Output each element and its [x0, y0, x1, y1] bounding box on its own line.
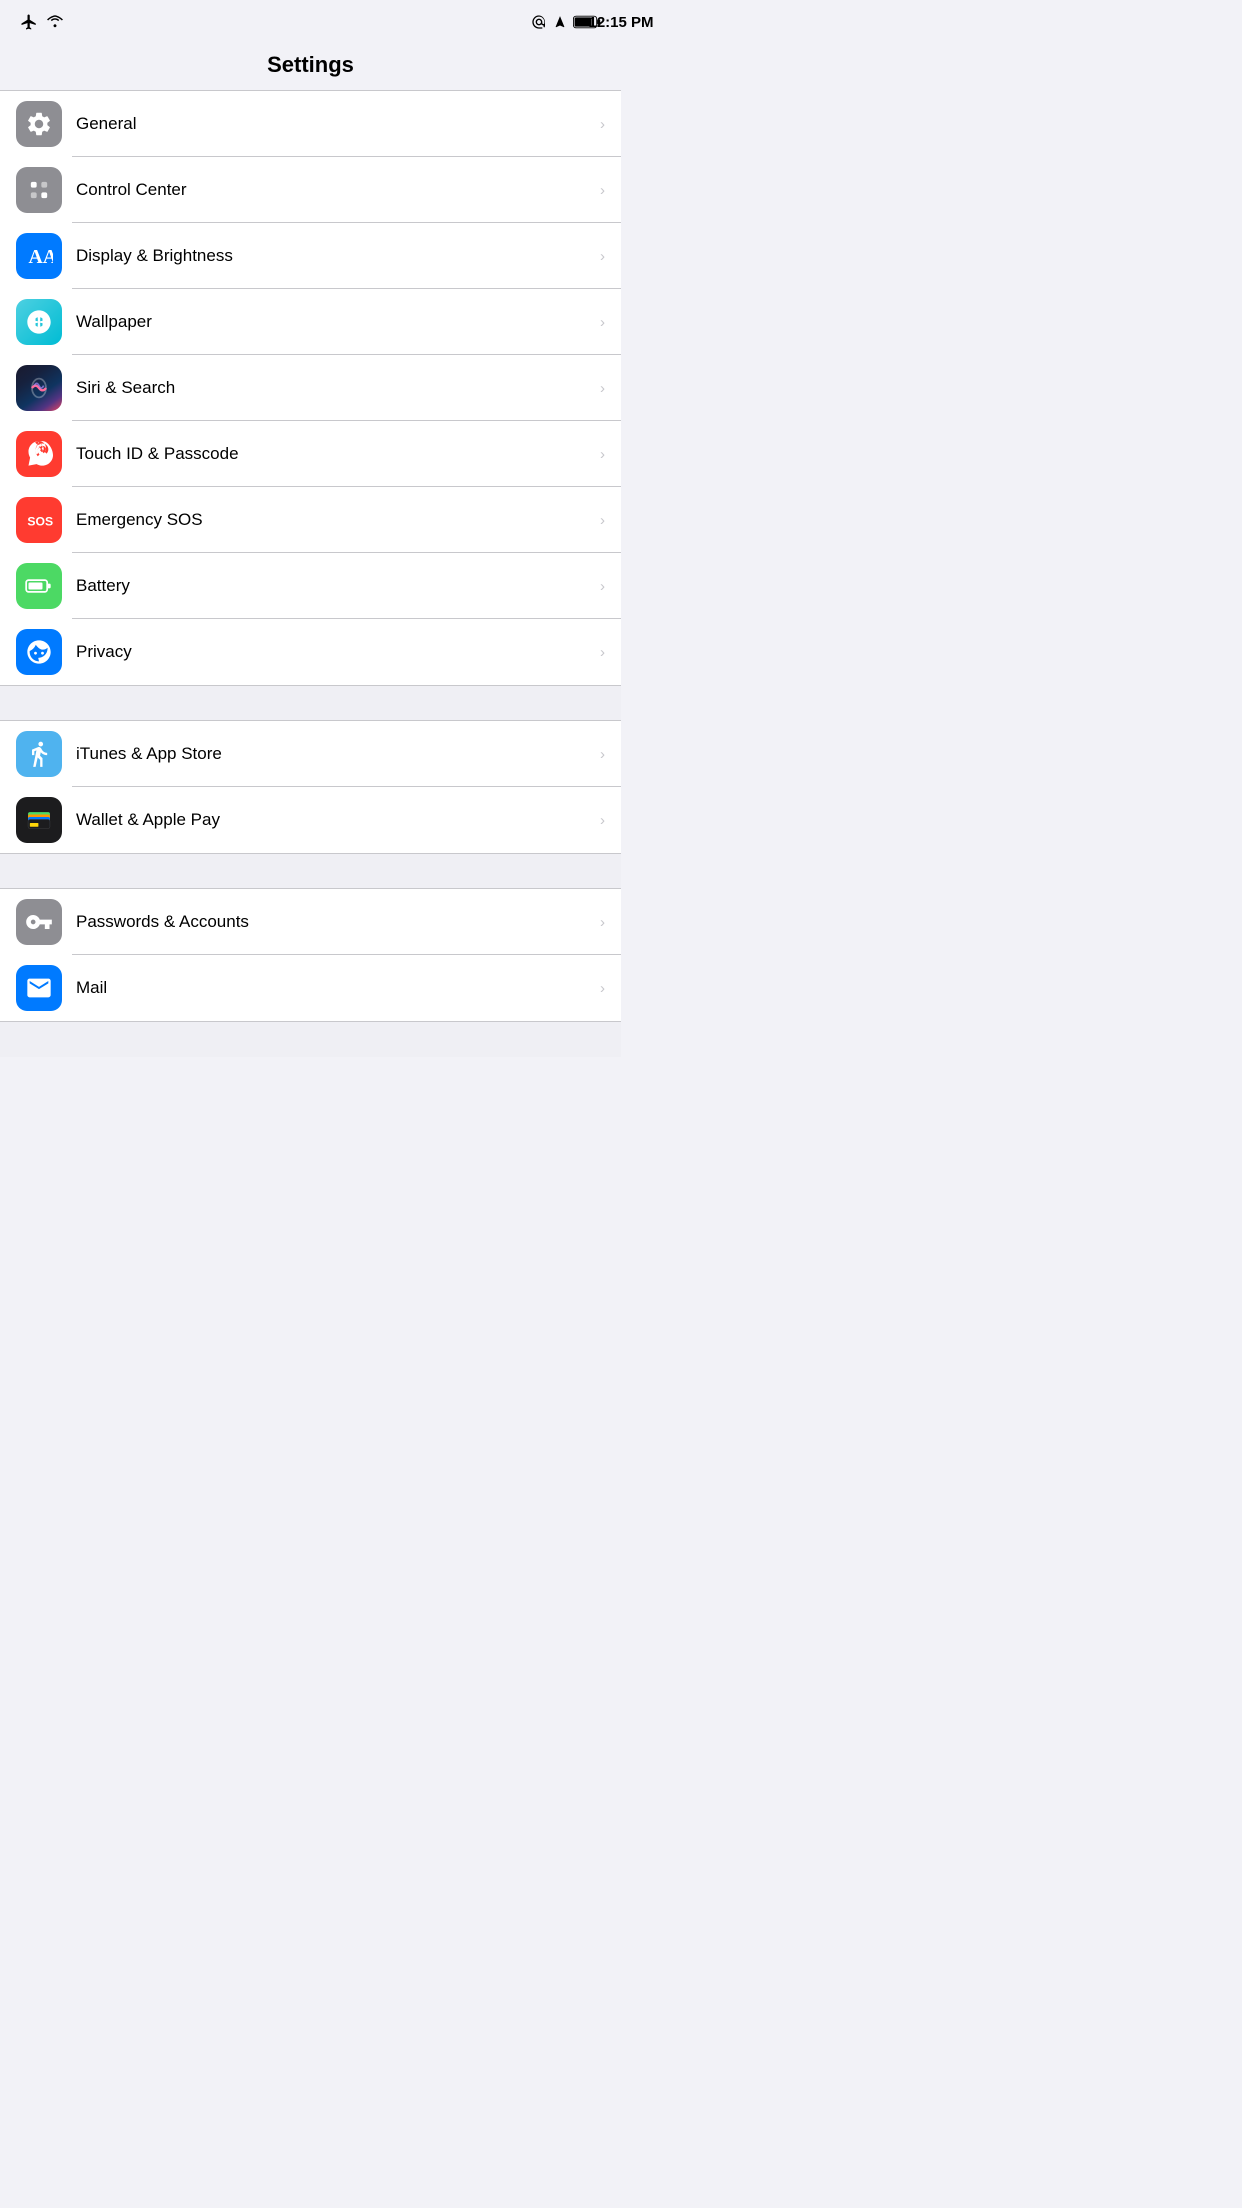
wallpaper-label: Wallpaper — [76, 312, 592, 332]
section-store: iTunes & App Store › Wallet & Apple Pay … — [0, 721, 621, 853]
control-center-chevron: › — [600, 182, 605, 199]
settings-item-general[interactable]: General › — [0, 91, 621, 157]
itunes-appstore-chevron: › — [600, 746, 605, 763]
wallet-applepay-icon — [16, 797, 62, 843]
mail-label: Mail — [76, 978, 592, 998]
passwords-accounts-label: Passwords & Accounts — [76, 912, 592, 932]
at-icon — [531, 14, 547, 30]
airplane-icon — [20, 13, 38, 31]
settings-item-battery[interactable]: Battery › — [0, 553, 621, 619]
settings-item-control-center[interactable]: Control Center › — [0, 157, 621, 223]
touch-id-chevron: › — [600, 446, 605, 463]
status-time: 12:15 PM — [588, 14, 653, 31]
status-left-icons — [20, 13, 64, 31]
touch-id-label: Touch ID & Passcode — [76, 444, 592, 464]
bottom-divider — [0, 1021, 621, 1057]
status-bar: 12:15 PM — [0, 0, 621, 44]
privacy-label: Privacy — [76, 642, 592, 662]
wallet-applepay-label: Wallet & Apple Pay — [76, 810, 592, 830]
display-brightness-label: Display & Brightness — [76, 246, 592, 266]
settings-item-display-brightness[interactable]: AA Display & Brightness › — [0, 223, 621, 289]
section-accounts: Passwords & Accounts › Mail › — [0, 889, 621, 1021]
itunes-appstore-label: iTunes & App Store — [76, 744, 592, 764]
svg-text:SOS: SOS — [27, 514, 53, 528]
wallet-applepay-chevron: › — [600, 812, 605, 829]
display-brightness-icon: AA — [16, 233, 62, 279]
emergency-sos-chevron: › — [600, 512, 605, 529]
settings-item-touch-id[interactable]: Touch ID & Passcode › — [0, 421, 621, 487]
section-divider-2 — [0, 853, 621, 889]
settings-item-wallpaper[interactable]: Wallpaper › — [0, 289, 621, 355]
passwords-accounts-chevron: › — [600, 914, 605, 931]
settings-item-emergency-sos[interactable]: SOS Emergency SOS › — [0, 487, 621, 553]
settings-item-wallet-applepay[interactable]: Wallet & Apple Pay › — [0, 787, 621, 853]
emergency-sos-label: Emergency SOS — [76, 510, 592, 530]
settings-item-itunes-appstore[interactable]: iTunes & App Store › — [0, 721, 621, 787]
page-title: Settings — [0, 52, 621, 78]
settings-item-privacy[interactable]: Privacy › — [0, 619, 621, 685]
settings-item-passwords-accounts[interactable]: Passwords & Accounts › — [0, 889, 621, 955]
location-icon — [553, 15, 567, 29]
passwords-accounts-icon — [16, 899, 62, 945]
wallpaper-icon — [16, 299, 62, 345]
settings-item-mail[interactable]: Mail › — [0, 955, 621, 1021]
wifi-icon — [46, 13, 64, 31]
settings-item-siri-search[interactable]: Siri & Search › — [0, 355, 621, 421]
general-label: General — [76, 114, 592, 134]
general-icon — [16, 101, 62, 147]
touch-id-icon — [16, 431, 62, 477]
mail-chevron: › — [600, 980, 605, 997]
privacy-chevron: › — [600, 644, 605, 661]
siri-icon — [16, 365, 62, 411]
control-center-icon — [16, 167, 62, 213]
itunes-appstore-icon — [16, 731, 62, 777]
battery-chevron: › — [600, 578, 605, 595]
svg-text:AA: AA — [29, 246, 54, 268]
display-brightness-chevron: › — [600, 248, 605, 265]
battery-settings-icon — [16, 563, 62, 609]
emergency-sos-icon: SOS — [16, 497, 62, 543]
wallpaper-chevron: › — [600, 314, 605, 331]
battery-label: Battery — [76, 576, 592, 596]
settings-header: Settings — [0, 44, 621, 91]
section-system: General › Control Center › AA Display & … — [0, 91, 621, 685]
section-divider-1 — [0, 685, 621, 721]
general-chevron: › — [600, 116, 605, 133]
mail-icon — [16, 965, 62, 1011]
siri-search-label: Siri & Search — [76, 378, 592, 398]
siri-search-chevron: › — [600, 380, 605, 397]
privacy-icon — [16, 629, 62, 675]
control-center-label: Control Center — [76, 180, 592, 200]
